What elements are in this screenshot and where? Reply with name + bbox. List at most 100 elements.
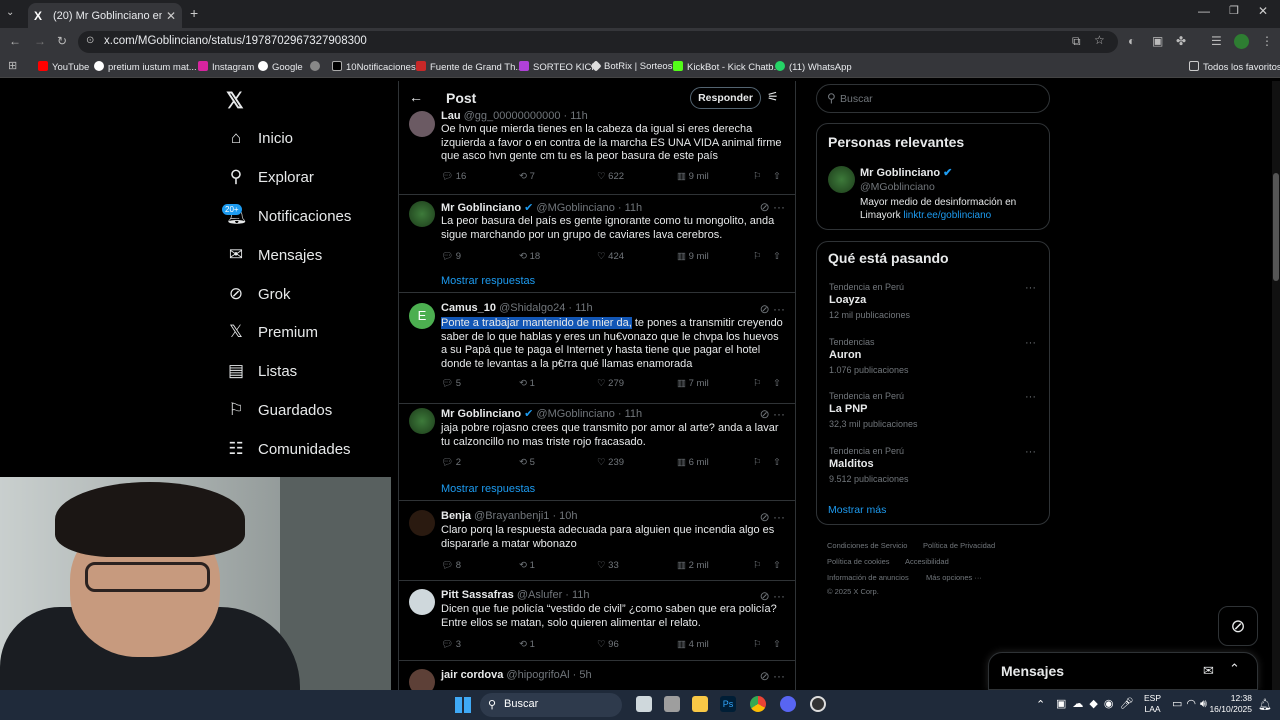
views-icon[interactable]: ▥ 7 mil: [677, 378, 709, 389]
repost-icon[interactable]: ⟲ 5: [519, 457, 535, 468]
avatar[interactable]: [409, 408, 435, 434]
bookmark-icon[interactable]: ⚐: [753, 457, 762, 468]
profile-avatar[interactable]: [1234, 34, 1249, 49]
nav-item-lists[interactable]: ▤ Listas: [226, 361, 297, 381]
clock[interactable]: 12:38 16/10/2025: [1208, 693, 1252, 715]
post-author[interactable]: Mr Goblinciano ✔ @MGoblinciano · 11h: [441, 201, 642, 214]
network-volume-icons[interactable]: ▭◠🔊︎: [1172, 697, 1211, 711]
reply-icon[interactable]: 💬︎ 16: [441, 171, 466, 182]
nav-item-explore[interactable]: ⚲ Explorar: [226, 167, 314, 187]
reply-icon[interactable]: 💬︎ 5: [441, 378, 461, 389]
avatar[interactable]: E: [409, 303, 435, 329]
more-options-icon[interactable]: ⊘ ···: [760, 589, 785, 603]
bookmark-icon[interactable]: ⚐: [753, 251, 762, 262]
post-author[interactable]: Benja @Brayanbenji1 · 10h: [441, 510, 578, 522]
more-options-icon[interactable]: ⊘ ···: [760, 200, 785, 214]
grok-floating-button[interactable]: ⊘: [1218, 606, 1258, 646]
show-more-link[interactable]: Mostrar más: [828, 504, 886, 516]
bookmark-sorteo-kick[interactable]: SORTEO KICK: [519, 61, 598, 73]
tab-list-button[interactable]: ⌄: [6, 7, 14, 18]
site-info-icon[interactable]: ⊙: [86, 35, 94, 46]
reply-button[interactable]: Responder: [690, 87, 761, 109]
nav-item-home[interactable]: ⌂ Inicio: [226, 128, 293, 148]
windows-start-icon[interactable]: [455, 697, 471, 713]
post-author[interactable]: Pitt Sassafras @Aslufer · 11h: [441, 589, 590, 601]
bookmark-icon[interactable]: ⚐: [753, 378, 762, 389]
filter-settings-icon[interactable]: ⚟: [767, 89, 779, 105]
bookmark-youtube[interactable]: YouTube: [38, 61, 89, 73]
like-icon[interactable]: ♡ 279: [597, 378, 624, 389]
trend-more-icon[interactable]: ···: [1025, 446, 1036, 458]
minimize-button[interactable]: —: [1198, 4, 1210, 18]
reply-post[interactable]: E Camus_10 @Shidalgo24 · 11h ⊘ ··· Ponte…: [399, 293, 795, 404]
keyboard-language[interactable]: ESP LAA: [1144, 693, 1161, 715]
post-author[interactable]: Mr Goblinciano ✔ @MGoblinciano · 11h: [441, 407, 642, 420]
scrollbar-thumb[interactable]: [1273, 173, 1279, 281]
avatar[interactable]: [409, 669, 435, 690]
reply-post[interactable]: Pitt Sassafras @Aslufer · 11h ⊘ ··· Dice…: [399, 581, 795, 661]
sidebar-icon[interactable]: ☰: [1211, 34, 1222, 48]
reply-icon[interactable]: 💬︎ 8: [441, 560, 461, 571]
taskbar-search[interactable]: ⚲ Buscar: [480, 693, 622, 717]
share-icon[interactable]: ⇧: [773, 171, 781, 182]
file-explorer-icon[interactable]: [692, 696, 708, 712]
nav-item-messages[interactable]: ✉ Mensajes: [226, 245, 322, 265]
app-icon-1[interactable]: [664, 696, 680, 712]
star-icon[interactable]: ☆: [1094, 33, 1105, 47]
more-options-icon[interactable]: ⊘ ···: [760, 302, 785, 316]
tray-icons[interactable]: ▣☁◆◉🎤︎: [1056, 697, 1139, 710]
bookmark-kickbot[interactable]: KickBot - Kick Chatb...: [673, 61, 782, 73]
menu-icon[interactable]: ⋮: [1261, 34, 1273, 48]
search-input[interactable]: ⚲ Buscar: [816, 84, 1050, 113]
like-icon[interactable]: ♡ 33: [597, 560, 619, 571]
nav-item-grok[interactable]: ⊘ Grok: [226, 284, 291, 304]
trend-more-icon[interactable]: ···: [1025, 391, 1036, 403]
views-icon[interactable]: ▥ 2 mil: [677, 560, 709, 571]
reply-post[interactable]: Mr Goblinciano ✔ @MGoblinciano · 11h ⊘ ·…: [399, 195, 795, 293]
post-author[interactable]: jair cordova @hipogrifoAl · 5h: [441, 669, 592, 681]
reply-post[interactable]: Lau @gg_00000000000 · 11h Oe hvn que mie…: [399, 110, 795, 195]
bookmark-whatsapp[interactable]: (11) WhatsApp: [775, 61, 852, 73]
avatar[interactable]: [409, 589, 435, 615]
avatar[interactable]: [409, 111, 435, 137]
avatar[interactable]: [409, 201, 435, 227]
repost-icon[interactable]: ⟲ 1: [519, 639, 535, 650]
extension-icon-2[interactable]: ▣: [1152, 34, 1163, 48]
like-icon[interactable]: ♡ 96: [597, 639, 619, 650]
like-icon[interactable]: ♡ 622: [597, 171, 624, 182]
reply-icon[interactable]: 💬︎ 2: [441, 457, 461, 468]
trend-name[interactable]: Auron: [829, 349, 861, 361]
trend-more-icon[interactable]: ···: [1025, 282, 1036, 294]
like-icon[interactable]: ♡ 424: [597, 251, 624, 262]
footer-privacy[interactable]: Política de Privacidad: [923, 541, 995, 550]
bookmark-botrix[interactable]: BotRix | Sorteos: [590, 60, 672, 72]
repost-icon[interactable]: ⟲ 18: [519, 251, 540, 262]
notification-bell-icon[interactable]: 🔔︎: [1258, 698, 1272, 711]
chrome-icon[interactable]: [750, 696, 766, 712]
obs-icon[interactable]: [810, 696, 826, 712]
nav-item-bookmarks[interactable]: ⚐ Guardados: [226, 400, 332, 420]
show-replies-link[interactable]: Mostrar respuestas: [441, 483, 535, 495]
bookmark-10notificaciones[interactable]: 10Notificaciones: [332, 61, 416, 73]
new-message-icon[interactable]: ✉: [1203, 663, 1214, 679]
repost-icon[interactable]: ⟲ 1: [519, 560, 535, 571]
nav-item-notifications[interactable]: 🔔︎ Notificaciones: [226, 206, 351, 226]
install-app-icon[interactable]: ⧉: [1072, 34, 1081, 49]
forward-icon[interactable]: →: [34, 34, 46, 48]
page-scrollbar[interactable]: [1272, 81, 1280, 690]
browser-tab[interactable]: X (20) Mr Goblinciano en X: "Ose ✕: [28, 3, 182, 28]
avatar[interactable]: [409, 510, 435, 536]
views-icon[interactable]: ▥ 4 mil: [677, 639, 709, 650]
bookmark-globe[interactable]: [310, 61, 324, 73]
back-arrow-icon[interactable]: ←: [409, 89, 423, 105]
footer-terms[interactable]: Condiciones de Servicio: [827, 541, 907, 550]
trend-name[interactable]: Loayza: [829, 294, 866, 306]
trend-name[interactable]: Malditos: [829, 458, 874, 470]
share-icon[interactable]: ⇧: [773, 378, 781, 389]
person-name[interactable]: Mr Goblinciano ✔: [860, 166, 952, 179]
trend-more-icon[interactable]: ···: [1025, 337, 1036, 349]
post-author[interactable]: Camus_10 @Shidalgo24 · 11h: [441, 302, 593, 314]
bookmark-icon[interactable]: ⚐: [753, 171, 762, 182]
views-icon[interactable]: ▥ 9 mil: [677, 171, 709, 182]
reload-icon[interactable]: ↻: [57, 34, 67, 48]
